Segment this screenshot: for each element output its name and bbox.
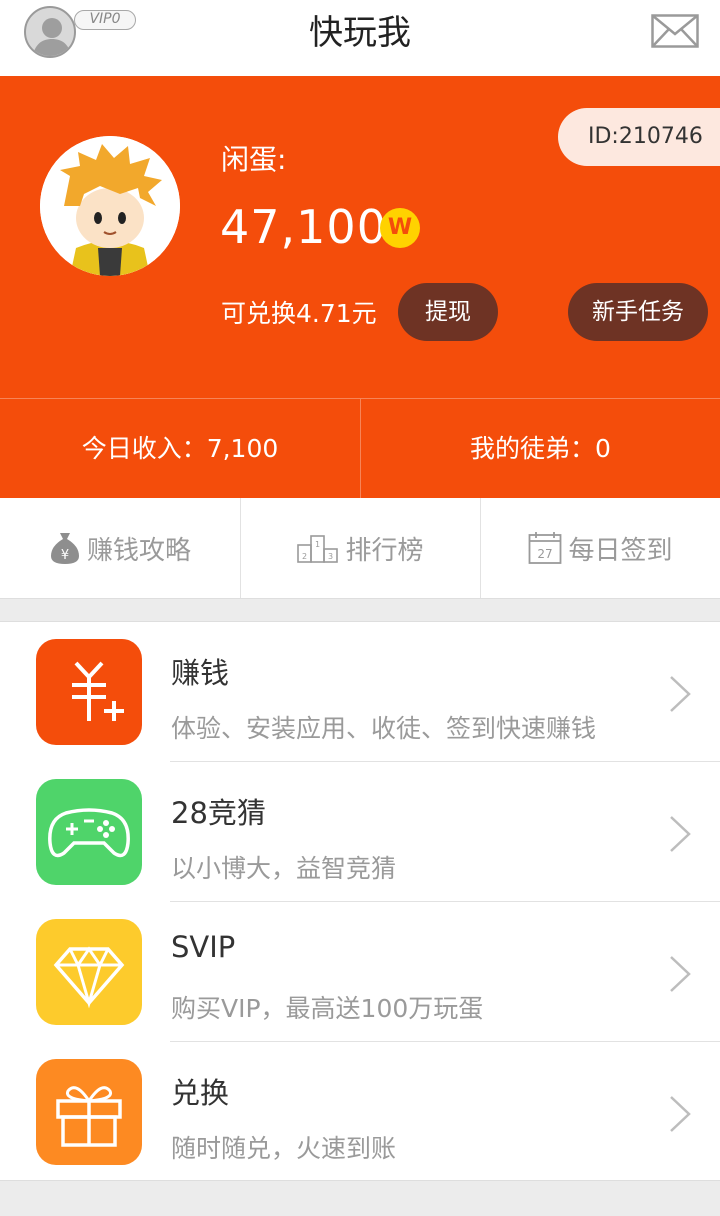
app-title: 快玩我 [309,13,411,53]
cartoon-avatar-image [40,136,180,276]
disciples-stat[interactable]: 我的徒弟：0 [360,399,720,499]
menu-description: 体验、安装应用、收徒、签到快速赚钱 [171,714,597,743]
menu-title: SVIP [171,930,236,964]
menu-item-earn[interactable]: 赚钱 体验、安装应用、收徒、签到快速赚钱 [0,622,720,762]
daily-checkin-label: 每日签到 [568,535,673,566]
svg-text:¥: ¥ [61,548,69,563]
menu-description: 随时随兑，火速到账 [171,1134,397,1163]
top-bar: VIP0 快玩我 [0,0,720,76]
gift-icon [36,1059,142,1165]
chevron-right-icon [670,816,691,852]
svg-text:3: 3 [328,552,333,561]
exchangeable-amount: 可兑换4.71元 [221,299,377,328]
menu-item-guess[interactable]: 28竞猜 以小博大，益智竞猜 [0,762,720,902]
yuan-plus-icon [36,639,142,745]
menu-item-svip[interactable]: SVIP 购买VIP，最高送100万玩蛋 [0,902,720,1042]
gamepad-icon [36,779,142,885]
calendar-date: 27 [538,547,553,561]
menu-title: 赚钱 [171,656,230,690]
diamond-icon [36,919,142,1025]
leaderboard-link[interactable]: 2 1 3 排行榜 [240,498,480,598]
menu-item-exchange[interactable]: 兑换 随时随兑，火速到账 [0,1042,720,1182]
envelope-icon[interactable] [651,14,699,48]
quick-links-bar: ¥ 赚钱攻略 2 1 3 排行榜 27 每日签到 [0,498,720,599]
leaderboard-label: 排行榜 [345,535,424,566]
chevron-right-icon [670,956,691,992]
coin-balance: 47,100 [220,200,387,254]
menu-description: 以小博大，益智竞猜 [171,854,397,883]
money-bag-icon: ¥ [50,533,79,564]
svg-text:1: 1 [315,540,320,549]
feature-menu: 赚钱 体验、安装应用、收徒、签到快速赚钱 28竞猜 以小博大，益智竞猜 SVIP… [0,621,720,1181]
stats-row: 今日收入：7,100 我的徒弟：0 [0,398,720,499]
daily-checkin-link[interactable]: 27 每日签到 [480,498,720,598]
menu-title: 兑换 [171,1076,230,1110]
profile-avatar[interactable] [40,136,180,276]
chevron-right-icon [670,676,691,712]
calendar-icon: 27 [529,532,562,564]
podium-icon: 2 1 3 [297,535,339,563]
withdraw-button[interactable]: 提现 [398,283,498,341]
user-id-badge: ID:210746 [558,108,720,166]
coin-icon: W [380,208,420,248]
menu-title: 28竞猜 [171,796,266,830]
newbie-task-button[interactable]: 新手任务 [568,283,708,341]
svg-text:2: 2 [302,552,307,561]
earning-guide-link[interactable]: ¥ 赚钱攻略 [0,498,240,598]
user-nickname: 闲蛋: [221,143,287,176]
chevron-right-icon [670,1096,691,1132]
menu-description: 购买VIP，最高送100万玩蛋 [171,994,484,1023]
earning-guide-label: 赚钱攻略 [86,535,191,566]
today-income-stat[interactable]: 今日收入：7,100 [0,399,360,499]
